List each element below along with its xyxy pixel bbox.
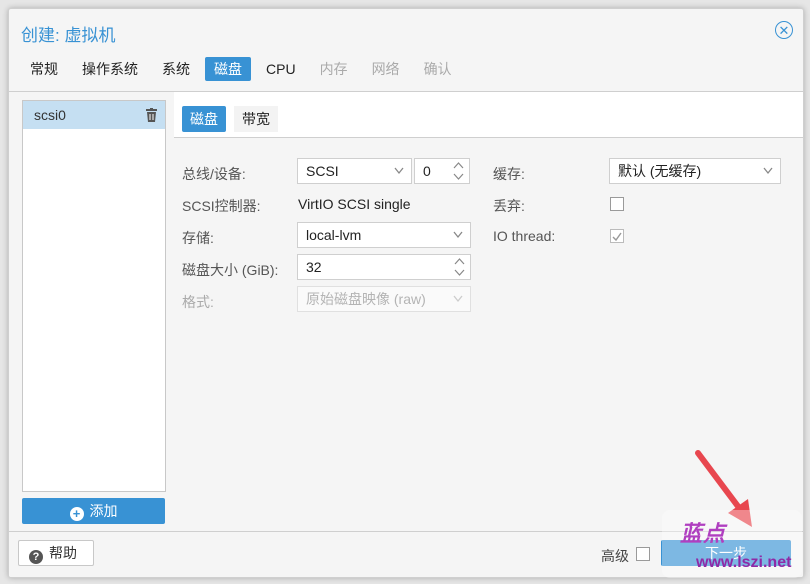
help-button[interactable]: ? 帮助 [18,540,94,566]
tab-bandwidth[interactable]: 带宽 [234,106,278,132]
question-icon: ? [29,550,43,564]
close-icon[interactable]: ✕ [775,21,793,39]
iothread-checkbox[interactable] [610,229,624,243]
cache-label: 缓存: [493,166,525,182]
plus-icon: + [69,507,84,521]
list-item-scsi0[interactable]: scsi0 [23,101,165,129]
wizard-tabs: 常规 操作系统 系统 磁盘 CPU 内存 网络 确认 [21,57,467,81]
disk-subtabs: 磁盘 带宽 [182,106,286,132]
format-select: 原始磁盘映像 (raw) [297,286,471,312]
chevron-down-icon [453,231,463,239]
spinner-icon[interactable] [454,257,465,277]
bus-value: SCSI [306,163,339,179]
tab-system[interactable]: 系统 [153,57,199,81]
tab-disk[interactable]: 磁盘 [182,106,226,132]
chevron-down-icon [763,167,773,175]
controller-label: SCSI控制器: [182,198,261,214]
tab-network: 网络 [371,61,400,77]
spinner-icon[interactable] [453,161,464,181]
chevron-down-icon [453,295,463,303]
cache-value: 默认 (无缓存) [618,163,702,179]
tab-confirm: 确认 [423,61,452,77]
watermark-logo-text: 蓝点 [680,521,727,546]
dialog-title: 创建: 虚拟机 [21,26,116,45]
size-label: 磁盘大小 (GiB): [182,262,279,278]
controller-value: VirtIO SCSI single [298,196,411,212]
storage-select[interactable]: local-lvm [297,222,471,248]
size-stepper[interactable]: 32 [297,254,471,280]
watermark-logo: 蓝点 www.lszi.net [662,510,802,578]
disk-list-panel: scsi0 + 添加 [9,92,174,532]
storage-value: local-lvm [306,227,362,243]
create-vm-dialog: 创建: 虚拟机 ✕ 常规 操作系统 系统 磁盘 CPU 内存 网络 确认 scs… [8,8,804,578]
bus-select[interactable]: SCSI [297,158,412,184]
bus-label: 总线/设备: [182,166,246,182]
format-value: 原始磁盘映像 (raw) [306,291,426,307]
iothread-label: IO thread: [493,228,556,244]
device-stepper[interactable]: 0 [414,158,470,184]
disk-list: scsi0 [22,100,166,492]
tab-cpu[interactable]: CPU [257,57,305,81]
advanced-checkbox[interactable] [636,547,650,561]
size-value: 32 [306,259,322,275]
tab-disks[interactable]: 磁盘 [205,57,251,81]
subtab-divider [174,137,803,138]
tab-general[interactable]: 常规 [21,57,67,81]
discard-label: 丢弃: [493,198,525,214]
content-area: scsi0 + 添加 磁盘 带宽 总线/设备: SCSI 0 SCSI控制器: … [9,91,803,532]
storage-label: 存储: [182,230,214,246]
format-label: 格式: [182,294,214,310]
checkmark-icon [612,232,622,242]
tab-os[interactable]: 操作系统 [73,57,147,81]
device-value: 0 [423,163,431,179]
add-label: 添加 [89,503,118,519]
advanced-label: 高级 [601,548,629,564]
disk-item-label: scsi0 [34,107,66,123]
chevron-down-icon [394,167,404,175]
help-label: 帮助 [49,545,77,561]
watermark-url: www.lszi.net [696,554,792,571]
discard-checkbox[interactable] [610,197,624,211]
add-disk-button[interactable]: + 添加 [22,498,165,524]
tab-memory: 内存 [319,61,348,77]
cache-select[interactable]: 默认 (无缓存) [609,158,781,184]
trash-icon[interactable] [146,108,157,122]
